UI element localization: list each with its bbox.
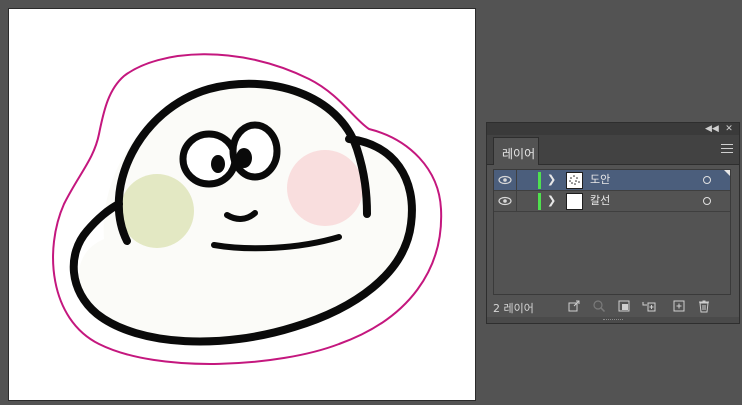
layer-thumbnail: [566, 193, 583, 210]
export-icon[interactable]: [567, 299, 581, 313]
left-pupil: [211, 155, 225, 173]
new-layer-icon[interactable]: [672, 299, 686, 313]
clipping-mask-icon[interactable]: [617, 299, 631, 313]
layer-name[interactable]: 칼선: [590, 194, 610, 208]
layer-row-dohan[interactable]: ❯ 도안: [494, 170, 730, 191]
target-circle-icon[interactable]: [703, 197, 711, 205]
layer-color-indicator: [538, 172, 541, 189]
new-sublayer-icon[interactable]: [642, 299, 656, 313]
selection-corner-icon: [724, 170, 730, 176]
layer-count: 2 레이어: [493, 302, 534, 315]
close-icon[interactable]: ✕: [723, 123, 735, 135]
panel-tab-bar: 레이어: [487, 135, 739, 165]
layer-list: ❯ 도안 ❯ 칼선: [493, 169, 731, 295]
trash-icon[interactable]: [697, 299, 711, 313]
lock-column[interactable]: [516, 191, 517, 212]
hamburger-menu-icon[interactable]: [721, 144, 733, 154]
layer-name[interactable]: 도안: [590, 173, 610, 187]
layer-thumbnail: [566, 172, 583, 189]
left-eye: [179, 130, 239, 188]
eye-icon[interactable]: [498, 196, 512, 206]
left-cheek: [120, 174, 194, 248]
panel-footer: 2 레이어: [487, 297, 739, 317]
target-circle-icon[interactable]: [703, 176, 711, 184]
panel-resize-grip[interactable]: [487, 317, 739, 323]
right-pupil: [236, 148, 252, 168]
sticker-artwork[interactable]: [9, 9, 477, 402]
layer-row-kalseon[interactable]: ❯ 칼선: [494, 191, 730, 212]
eye-icon[interactable]: [498, 175, 512, 185]
right-cheek: [287, 150, 363, 226]
layers-panel: ◀◀ ✕ 레이어 ❯ 도안 ❯ 칼선 2 레이어: [486, 122, 740, 324]
layer-color-indicator: [538, 193, 541, 210]
tab-layers[interactable]: 레이어: [493, 137, 539, 165]
lock-column[interactable]: [516, 170, 517, 191]
tab-layers-label: 레이어: [502, 147, 536, 161]
expand-chevron-icon[interactable]: ❯: [547, 194, 556, 208]
artboard[interactable]: [8, 8, 476, 401]
search-icon[interactable]: [592, 299, 606, 313]
expand-chevron-icon[interactable]: ❯: [547, 173, 556, 187]
double-chevron-left-icon[interactable]: ◀◀: [705, 123, 719, 135]
panel-title-bar[interactable]: ◀◀ ✕: [487, 123, 739, 135]
